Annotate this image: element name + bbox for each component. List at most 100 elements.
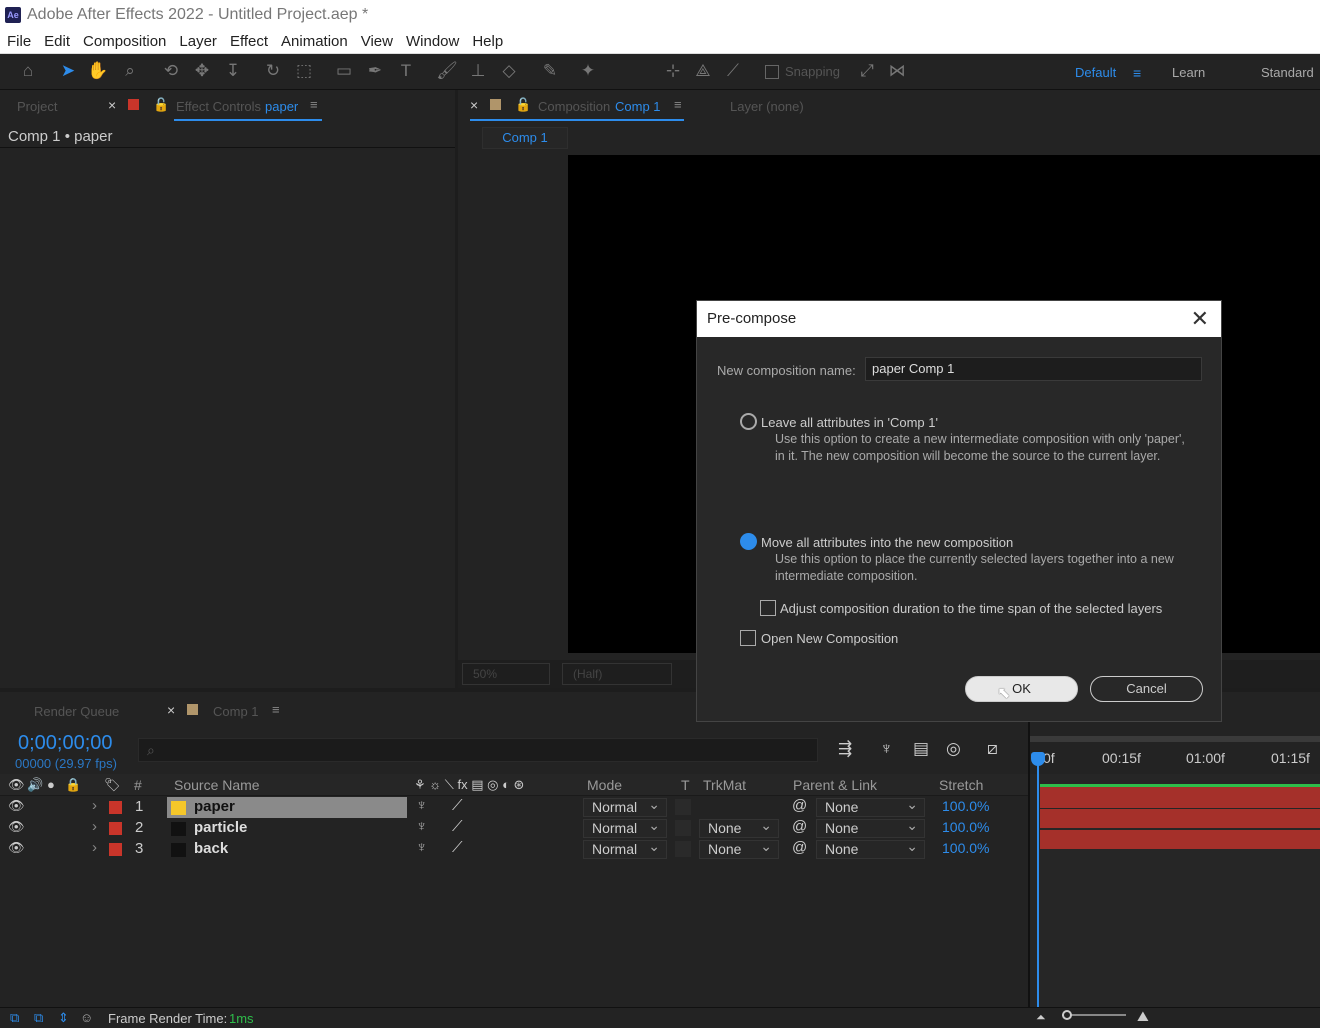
close-icon[interactable]: ✕: [1191, 301, 1209, 337]
leave-attributes-label[interactable]: Leave all attributes in 'Comp 1': [761, 415, 938, 430]
tab-render-queue[interactable]: Render Queue: [34, 704, 119, 719]
menu-edit[interactable]: Edit: [44, 33, 70, 50]
orbit-camera-icon[interactable]: ⟲: [160, 60, 182, 82]
pick-whip-icon[interactable]: @: [792, 818, 807, 835]
graph-editor-icon[interactable]: ⧄: [987, 739, 998, 759]
eye-icon[interactable]: 👁: [8, 819, 25, 835]
home-icon[interactable]: ⌂: [17, 60, 39, 82]
trkmat-dropdown[interactable]: None: [699, 838, 779, 859]
eraser-tool-icon[interactable]: ◇: [498, 60, 520, 82]
brush-tool-icon[interactable]: 🖌: [436, 60, 458, 82]
stretch-value[interactable]: 100.0%: [942, 819, 989, 835]
clone-stamp-tool-icon[interactable]: ⊥: [467, 60, 489, 82]
parent-dropdown[interactable]: None: [816, 796, 925, 817]
ok-button[interactable]: OK: [965, 676, 1078, 702]
panel-menu-icon[interactable]: ≡: [674, 97, 682, 112]
move-attributes-radio[interactable]: [740, 533, 757, 550]
close-tab-icon[interactable]: ×: [167, 702, 175, 718]
type-tool-icon[interactable]: T: [395, 60, 417, 82]
layer-name[interactable]: paper: [194, 798, 235, 815]
expand-chevron-icon[interactable]: ›: [92, 839, 97, 856]
layer-row[interactable]: 👁 › 1 paper ♆ ⟋ Normal @ None 100.0%: [0, 796, 1028, 818]
resolution-dropdown[interactable]: (Half): [562, 663, 672, 685]
lock-header-icon[interactable]: 🔒: [65, 777, 81, 793]
close-tab-icon[interactable]: ×: [108, 97, 116, 113]
work-area-bar[interactable]: [1030, 736, 1320, 742]
move-attributes-label[interactable]: Move all attributes into the new composi…: [761, 535, 1013, 550]
tab-layer[interactable]: Layer (none): [730, 99, 804, 114]
magnification-dropdown[interactable]: 50%: [462, 663, 550, 685]
comp-mini-flowchart-icon[interactable]: ⇶: [838, 739, 852, 759]
workspace-default[interactable]: Default: [1075, 65, 1116, 80]
adjust-duration-label[interactable]: Adjust composition duration to the time …: [780, 601, 1162, 616]
layer-bars-area[interactable]: [1030, 774, 1320, 1007]
tab-composition[interactable]: Composition: [538, 99, 610, 114]
eye-icon[interactable]: 👁: [8, 840, 25, 856]
comp-viewer-tab[interactable]: Comp 1: [482, 127, 568, 149]
selection-tool-icon[interactable]: ➤: [57, 60, 79, 82]
frame-blending-icon[interactable]: ▤: [913, 739, 929, 759]
in-out-toggle-icon[interactable]: ⇕: [58, 1010, 69, 1026]
panel-menu-icon[interactable]: ≡: [272, 702, 280, 717]
world-axis-icon[interactable]: ⟁: [692, 60, 714, 82]
preserve-transparency-toggle[interactable]: [675, 841, 691, 857]
audio-header-icon[interactable]: 🔊: [27, 777, 43, 793]
tab-project[interactable]: Project: [17, 99, 57, 114]
expand-chevron-icon[interactable]: ›: [92, 797, 97, 814]
close-tab-icon[interactable]: ×: [470, 97, 478, 113]
layer-name[interactable]: back: [194, 840, 228, 857]
roto-brush-tool-icon[interactable]: ✎: [539, 60, 561, 82]
eye-icon[interactable]: 👁: [8, 798, 25, 814]
layer-label-color[interactable]: [109, 822, 122, 835]
zoom-tool-icon[interactable]: ⌕: [119, 60, 141, 82]
time-ruler[interactable]: 0f 00:15f 01:00f 01:15f: [1030, 740, 1320, 770]
mode-dropdown[interactable]: Normal: [583, 838, 667, 859]
current-time-indicator[interactable]: [1037, 754, 1039, 1007]
pan-behind-tool-icon[interactable]: ⬚: [293, 60, 315, 82]
shy-switch-icon[interactable]: ♆: [416, 797, 427, 814]
tab-composition-name[interactable]: Comp 1: [615, 99, 661, 114]
leave-attributes-radio[interactable]: [740, 413, 757, 430]
pick-whip-icon[interactable]: @: [792, 839, 807, 856]
tab-effect-controls[interactable]: Effect Controls: [176, 99, 261, 114]
pan-camera-icon[interactable]: ✥: [191, 60, 213, 82]
composition-name-input[interactable]: paper Comp 1: [865, 357, 1202, 381]
menu-help[interactable]: Help: [472, 33, 503, 50]
lock-icon[interactable]: 🔓: [153, 97, 169, 113]
zoom-out-icon[interactable]: ⏶: [1036, 1010, 1046, 1025]
zoom-slider-handle[interactable]: [1062, 1010, 1072, 1020]
preserve-transparency-toggle[interactable]: [675, 799, 691, 815]
layer-label-color[interactable]: [109, 843, 122, 856]
layer-duration-bar[interactable]: [1040, 830, 1320, 849]
panel-menu-icon[interactable]: ≡: [310, 97, 318, 112]
menu-effect[interactable]: Effect: [230, 33, 268, 50]
open-new-composition-label[interactable]: Open New Composition: [761, 631, 898, 646]
render-time-icon[interactable]: ☺: [80, 1010, 93, 1025]
mode-dropdown[interactable]: Normal: [583, 796, 667, 817]
snapping-toggle[interactable]: Snapping: [765, 64, 840, 79]
adjust-duration-checkbox[interactable]: [760, 600, 776, 616]
workspace-learn[interactable]: Learn: [1172, 65, 1205, 80]
rotation-tool-icon[interactable]: ↻: [262, 60, 284, 82]
parent-dropdown[interactable]: None: [816, 817, 925, 838]
open-new-composition-checkbox[interactable]: [740, 630, 756, 646]
pen-tool-icon[interactable]: ✒: [364, 60, 386, 82]
workspace-standard[interactable]: Standard: [1261, 65, 1314, 80]
rectangle-tool-icon[interactable]: ▭: [333, 60, 355, 82]
source-name-header[interactable]: Source Name: [174, 777, 260, 793]
pick-whip-icon[interactable]: @: [792, 797, 807, 814]
layer-duration-bar[interactable]: [1040, 787, 1320, 808]
menu-composition[interactable]: Composition: [83, 33, 166, 50]
hand-tool-icon[interactable]: ✋: [87, 60, 109, 82]
snap-edges-icon[interactable]: ⤢: [856, 60, 878, 82]
trkmat-dropdown[interactable]: None: [699, 817, 779, 838]
menu-file[interactable]: File: [7, 33, 31, 50]
layer-row[interactable]: 👁 › 3 back ♆ ⟋ Normal None @ None 100.0%: [0, 838, 1028, 860]
shy-switch-icon[interactable]: ♆: [416, 818, 427, 835]
menu-animation[interactable]: Animation: [281, 33, 348, 50]
layer-search-input[interactable]: ⌕: [138, 738, 818, 762]
quality-switch-icon[interactable]: ⟋: [452, 818, 463, 835]
zoom-in-icon[interactable]: ⛰: [1137, 1008, 1149, 1025]
cancel-button[interactable]: Cancel: [1090, 676, 1203, 702]
snapping-checkbox[interactable]: [765, 64, 779, 79]
